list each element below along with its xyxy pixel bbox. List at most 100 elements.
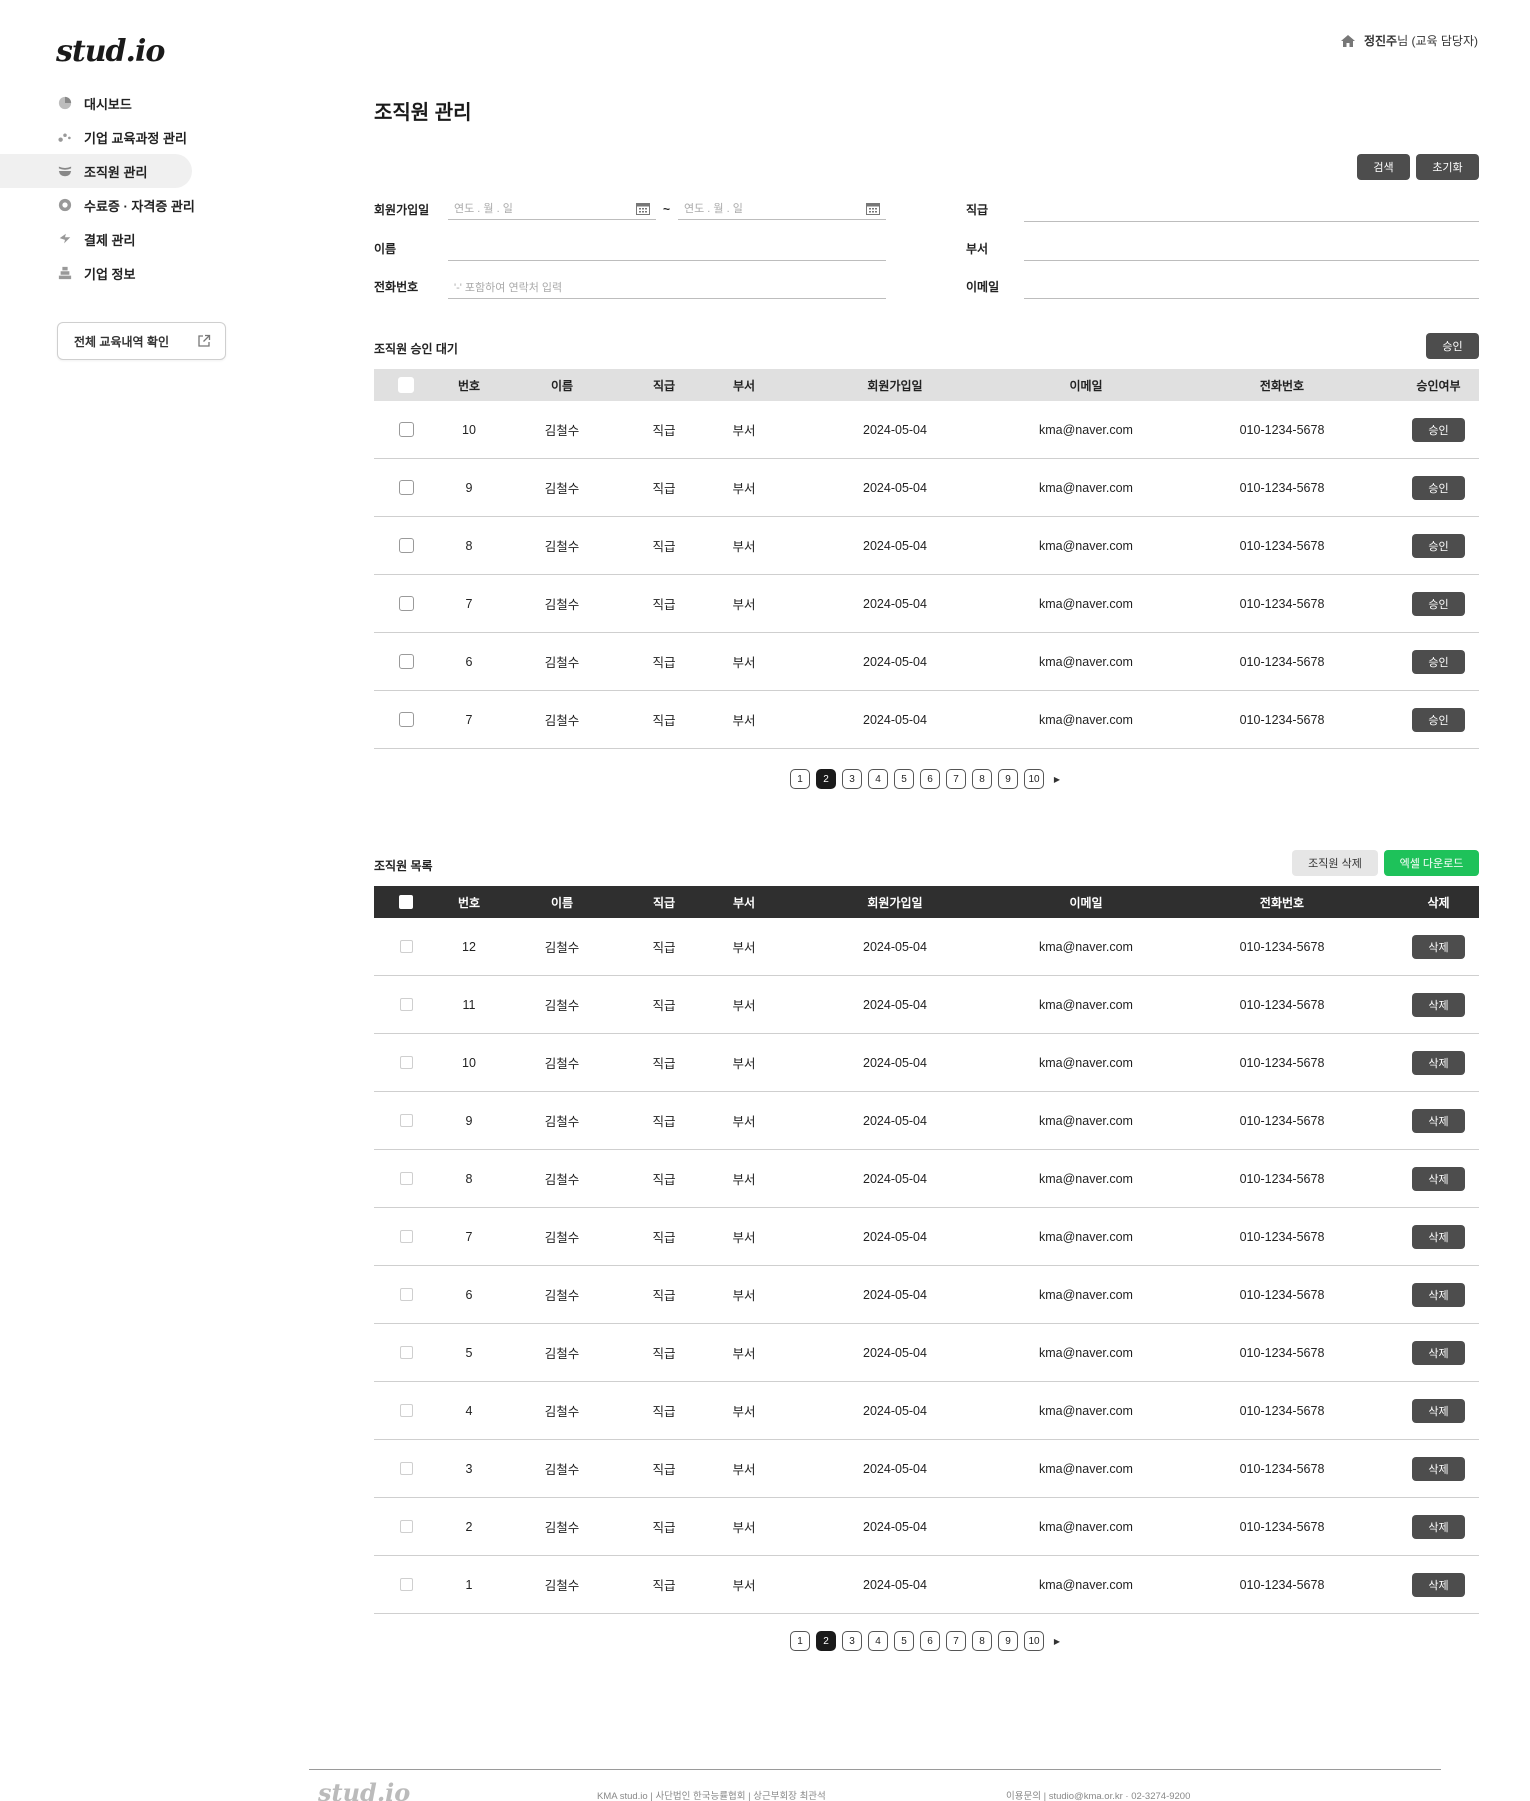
approve-row-button[interactable]: 승인 bbox=[1412, 649, 1465, 674]
page-button[interactable]: 2 bbox=[816, 769, 836, 789]
row-checkbox[interactable] bbox=[399, 1578, 413, 1591]
approve-row-button[interactable]: 승인 bbox=[1412, 475, 1465, 500]
delete-row-button[interactable]: 삭제 bbox=[1412, 934, 1465, 959]
row-checkbox[interactable] bbox=[399, 1056, 413, 1069]
page-button[interactable]: 7 bbox=[946, 1631, 966, 1651]
logo[interactable]: stud.io bbox=[56, 34, 165, 69]
table-row: 12 김철수 직급 부서 2024-05-04 kma@naver.com 010-1234… bbox=[374, 918, 1479, 976]
delete-row-button[interactable]: 삭제 bbox=[1412, 1108, 1465, 1133]
row-checkbox[interactable] bbox=[398, 538, 414, 553]
search-button[interactable]: 검색 bbox=[1357, 154, 1410, 180]
members-table-header: 번호 이름 직급 부서 회원가입일 이메일 전화번호 삭제 bbox=[374, 886, 1479, 918]
action-cell: 삭제 bbox=[1398, 1050, 1479, 1075]
date-from-input[interactable]: 연도 . 월 . 일 bbox=[448, 196, 656, 220]
sidebar-item-company[interactable]: 기업 정보 bbox=[0, 256, 200, 290]
page-button[interactable]: 1 bbox=[790, 1631, 810, 1651]
page-button[interactable]: 9 bbox=[998, 1631, 1018, 1651]
dept-label: 부서 bbox=[966, 242, 989, 256]
row-checkbox[interactable] bbox=[399, 998, 413, 1011]
sidebar-item-dashboard[interactable]: 대시보드 bbox=[0, 86, 200, 120]
delete-row-button[interactable]: 삭제 bbox=[1412, 992, 1465, 1017]
delete-row-button[interactable]: 삭제 bbox=[1412, 1514, 1465, 1539]
delete-row-button[interactable]: 삭제 bbox=[1412, 1166, 1465, 1191]
row-checkbox[interactable] bbox=[399, 1404, 413, 1417]
row-checkbox[interactable] bbox=[399, 1520, 413, 1533]
page-button[interactable]: 6 bbox=[920, 769, 940, 789]
page-button[interactable]: 6 bbox=[920, 1631, 940, 1651]
row-checkbox[interactable] bbox=[399, 1114, 413, 1127]
column-header: 번호 bbox=[457, 378, 481, 393]
cell-name: 김철수 bbox=[544, 1173, 580, 1187]
page-button[interactable]: 7 bbox=[946, 769, 966, 789]
excel-download-button[interactable]: 엑셀 다운로드 bbox=[1384, 850, 1479, 876]
column-header: 이메일 bbox=[1069, 895, 1103, 910]
approve-row-button[interactable]: 승인 bbox=[1412, 591, 1465, 616]
sidebar-item-payments[interactable]: 결제 관리 bbox=[0, 222, 200, 256]
page-button[interactable]: 4 bbox=[868, 1631, 888, 1651]
page-button[interactable]: 9 bbox=[998, 769, 1018, 789]
calendar-icon[interactable] bbox=[866, 202, 880, 215]
delete-members-button[interactable]: 조직원 삭제 bbox=[1292, 850, 1378, 876]
sidebar-item-certificates[interactable]: 수료증 · 자격증 관리 bbox=[0, 188, 200, 222]
delete-row-button[interactable]: 삭제 bbox=[1412, 1224, 1465, 1249]
row-checkbox[interactable] bbox=[398, 422, 414, 437]
delete-row-button[interactable]: 삭제 bbox=[1412, 1456, 1465, 1481]
page-title: 조직원 관리 bbox=[374, 102, 472, 124]
page-button[interactable]: 8 bbox=[972, 769, 992, 789]
page-button[interactable]: 8 bbox=[972, 1631, 992, 1651]
row-checkbox[interactable] bbox=[399, 1462, 413, 1475]
home-icon[interactable] bbox=[1340, 34, 1356, 48]
sidebar-item-members[interactable]: 조직원 관리 bbox=[0, 154, 192, 188]
cell-date: 2024-05-04 bbox=[863, 1345, 927, 1360]
row-checkbox[interactable] bbox=[398, 480, 414, 495]
reset-button[interactable]: 초기화 bbox=[1416, 154, 1479, 180]
approve-row-button[interactable]: 승인 bbox=[1412, 707, 1465, 732]
delete-row-button[interactable]: 삭제 bbox=[1412, 1050, 1465, 1075]
approve-row-button[interactable]: 승인 bbox=[1412, 533, 1465, 558]
page-button[interactable]: 3 bbox=[842, 769, 862, 789]
row-checkbox[interactable] bbox=[398, 654, 414, 669]
row-checkbox[interactable] bbox=[399, 1230, 413, 1243]
select-all-checkbox[interactable] bbox=[399, 895, 413, 909]
next-page-icon[interactable]: ▶ bbox=[1050, 1631, 1064, 1651]
row-checkbox[interactable] bbox=[398, 596, 414, 611]
education-history-button[interactable]: 전체 교육내역 확인 bbox=[57, 322, 226, 360]
members-table: 번호 이름 직급 부서 회원가입일 이메일 전화번호 삭제 12 김철수 직급 부서 2… bbox=[374, 886, 1479, 1614]
page-button[interactable]: 5 bbox=[894, 769, 914, 789]
approve-selected-button[interactable]: 승인 bbox=[1426, 333, 1479, 359]
sidebar-item-courses[interactable]: 기업 교육과정 관리 bbox=[0, 120, 200, 154]
approve-row-button[interactable]: 승인 bbox=[1412, 417, 1465, 442]
page-button[interactable]: 10 bbox=[1024, 1631, 1044, 1651]
rank-input[interactable] bbox=[1024, 198, 1479, 222]
cell-date: 2024-05-04 bbox=[863, 939, 927, 954]
next-page-icon[interactable]: ▶ bbox=[1050, 769, 1064, 789]
delete-row-button[interactable]: 삭제 bbox=[1412, 1340, 1465, 1365]
page-button[interactable]: 10 bbox=[1024, 769, 1044, 789]
row-checkbox[interactable] bbox=[399, 940, 413, 953]
lightning-icon bbox=[59, 233, 71, 244]
column-header: 전화번호 bbox=[1259, 895, 1305, 910]
phone-placeholder: '-' 포함하여 연락처 입력 bbox=[454, 281, 563, 294]
delete-row-button[interactable]: 삭제 bbox=[1412, 1282, 1465, 1307]
row-checkbox[interactable] bbox=[399, 1172, 413, 1185]
row-checkbox[interactable] bbox=[399, 1288, 413, 1301]
delete-row-button[interactable]: 삭제 bbox=[1412, 1572, 1465, 1597]
dept-input[interactable] bbox=[1024, 237, 1479, 261]
delete-row-button[interactable]: 삭제 bbox=[1412, 1398, 1465, 1423]
row-checkbox[interactable] bbox=[399, 1346, 413, 1359]
name-input[interactable] bbox=[448, 237, 886, 261]
page-button[interactable]: 1 bbox=[790, 769, 810, 789]
date-to-input[interactable]: 연도 . 월 . 일 bbox=[678, 196, 886, 220]
page-button[interactable]: 5 bbox=[894, 1631, 914, 1651]
cell-no: 1 bbox=[465, 1577, 473, 1592]
page-button[interactable]: 4 bbox=[868, 769, 888, 789]
email-input[interactable] bbox=[1024, 275, 1479, 299]
page-button[interactable]: 3 bbox=[842, 1631, 862, 1651]
cell-phone: 010-1234-5678 bbox=[1239, 1519, 1325, 1534]
select-all-checkbox[interactable] bbox=[398, 377, 414, 393]
page-button[interactable]: 2 bbox=[816, 1631, 836, 1651]
calendar-icon[interactable] bbox=[636, 202, 650, 215]
row-checkbox[interactable] bbox=[398, 712, 414, 727]
phone-input[interactable]: '-' 포함하여 연락처 입력 bbox=[448, 275, 886, 299]
cell-rank: 직급 bbox=[652, 1289, 676, 1303]
